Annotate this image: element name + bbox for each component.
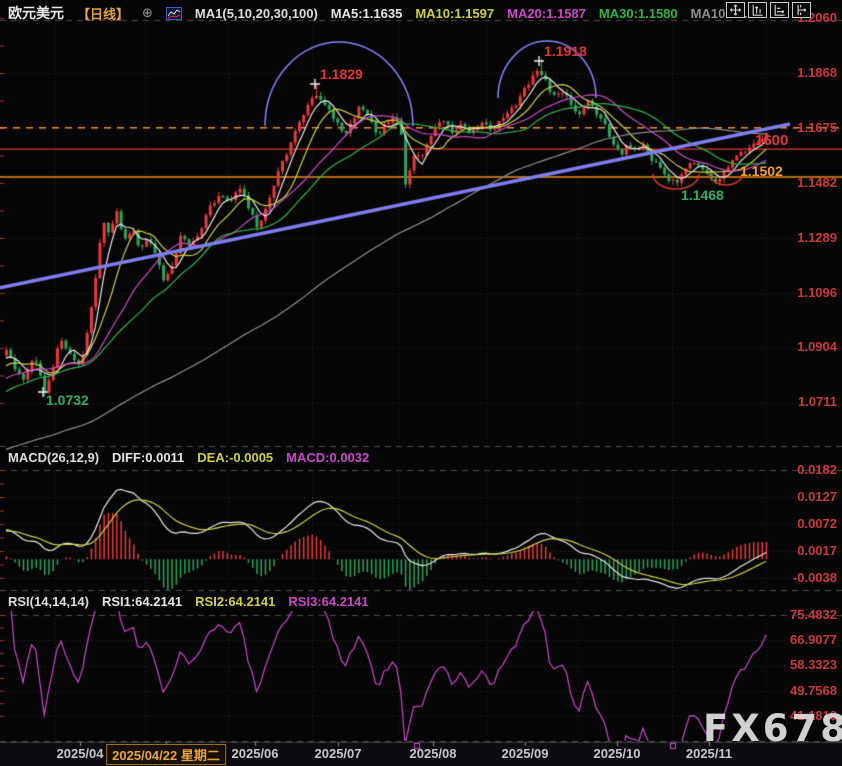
fx678-watermark: FX678 xyxy=(703,707,842,750)
macd-values-group: DIFF:0.0011 DEA:-0.0005 MACD:0.0032 xyxy=(112,450,369,465)
macd-axis-label-4: -0.0038 xyxy=(793,570,837,585)
date-label-0: 2025/04 xyxy=(57,746,104,761)
ma-value-3: MA30:1.1580 xyxy=(599,6,678,21)
symbol-name: 欧元美元 xyxy=(8,3,64,23)
price-axis-label-7: 1.0711 xyxy=(798,394,837,409)
scale-y-icon[interactable] xyxy=(748,2,767,18)
rsi-value-0: RSI1:64.2141 xyxy=(102,594,182,609)
annotation-1.1829: 1.1829 xyxy=(320,66,363,82)
macd-axis-label-3: 0.0017 xyxy=(797,543,837,558)
rsi-value-2: RSI3:64.2141 xyxy=(288,594,368,609)
macd-axis-label-2: 0.0072 xyxy=(797,516,837,531)
rsi-axis-label-2: 58.3323 xyxy=(790,657,837,672)
price-axis-label-6: 1.0904 xyxy=(797,339,837,354)
chart-window: 欧元美元 【日线】 ⊕ MA1(5,10,20,30,100) MA5:1.16… xyxy=(0,0,842,766)
price-axis-label-2: 1.1675 xyxy=(797,120,837,135)
price-axis-label-4: 1.1289 xyxy=(797,230,837,245)
annotation-1.1468: 1.1468 xyxy=(681,187,724,203)
rsi-values-group: RSI1:64.2141 RSI2:64.2141 RSI3:64.2141 xyxy=(102,594,369,609)
rsi-settings-label: RSI(14,14,14) xyxy=(8,594,89,609)
macd-settings-label: MACD(26,12,9) xyxy=(8,450,99,465)
price-axis-label-5: 1.1096 xyxy=(797,285,837,300)
annotation-1.1918: 1.1918 xyxy=(544,43,587,59)
circle-plus-icon[interactable]: ⊕ xyxy=(142,5,153,21)
rsi-value-1: RSI2:64.2141 xyxy=(195,594,275,609)
ma-settings-label: MA1(5,10,20,30,100) xyxy=(195,6,318,21)
date-label-4: 2025/08 xyxy=(410,746,457,761)
date-label-2: 2025/06 xyxy=(232,746,279,761)
pan-icon[interactable] xyxy=(726,2,745,18)
rsi-axis-label-0: 75.4832 xyxy=(790,607,837,622)
annotation-1.0732: 1.0732 xyxy=(46,392,89,408)
macd-axis-label-1: 0.0127 xyxy=(797,489,837,504)
macd-axis-label-0: 0.0182 xyxy=(797,462,837,477)
rsi-axis-label-3: 49.7568 xyxy=(790,683,837,698)
price-axis-label-1: 1.1868 xyxy=(797,65,837,80)
rsi-axis-label-1: 66.9077 xyxy=(790,632,837,647)
macd-value-0: DIFF:0.0011 xyxy=(112,450,184,465)
timeframe-label[interactable]: 【日线】 xyxy=(77,4,129,23)
mini-chart-icon[interactable] xyxy=(166,7,182,20)
ma-value-2: MA20:1.1587 xyxy=(507,6,586,21)
date-label-6: 2025/10 xyxy=(594,746,641,761)
macd-value-2: MACD:0.0032 xyxy=(286,450,369,465)
rsi-panel-header: RSI(14,14,14) RSI1:64.2141RSI2:64.2141RS… xyxy=(8,594,369,609)
ma-value-0: MA5:1.1635 xyxy=(331,6,403,21)
date-label-3: 2025/07 xyxy=(315,746,362,761)
scale-x-icon[interactable] xyxy=(770,2,789,18)
date-label-5: 2025/09 xyxy=(502,746,549,761)
ma-values-group: MA5:1.1635 MA10:1.1597 MA20:1.1587 MA30:1.1… xyxy=(331,6,762,21)
main-chart-header: 欧元美元 【日线】 ⊕ MA1(5,10,20,30,100) MA5:1.16… xyxy=(8,3,762,23)
chart-toolbar xyxy=(726,2,811,18)
macd-value-1: DEA:-0.0005 xyxy=(197,450,273,465)
ma-value-1: MA10:1.1597 xyxy=(415,6,494,21)
chart-canvas[interactable] xyxy=(0,0,842,766)
annotation-1600: 1600 xyxy=(755,132,788,149)
crosshair-date-label: 2025/04/22 星期二 xyxy=(106,744,226,765)
exit-icon[interactable] xyxy=(792,2,811,18)
macd-panel-header: MACD(26,12,9) DIFF:0.0011 DEA:-0.0005 MACD… xyxy=(8,450,369,465)
annotation-1.1502: 1.1502 xyxy=(740,163,783,179)
price-axis-label-3: 1.1482 xyxy=(797,175,837,190)
